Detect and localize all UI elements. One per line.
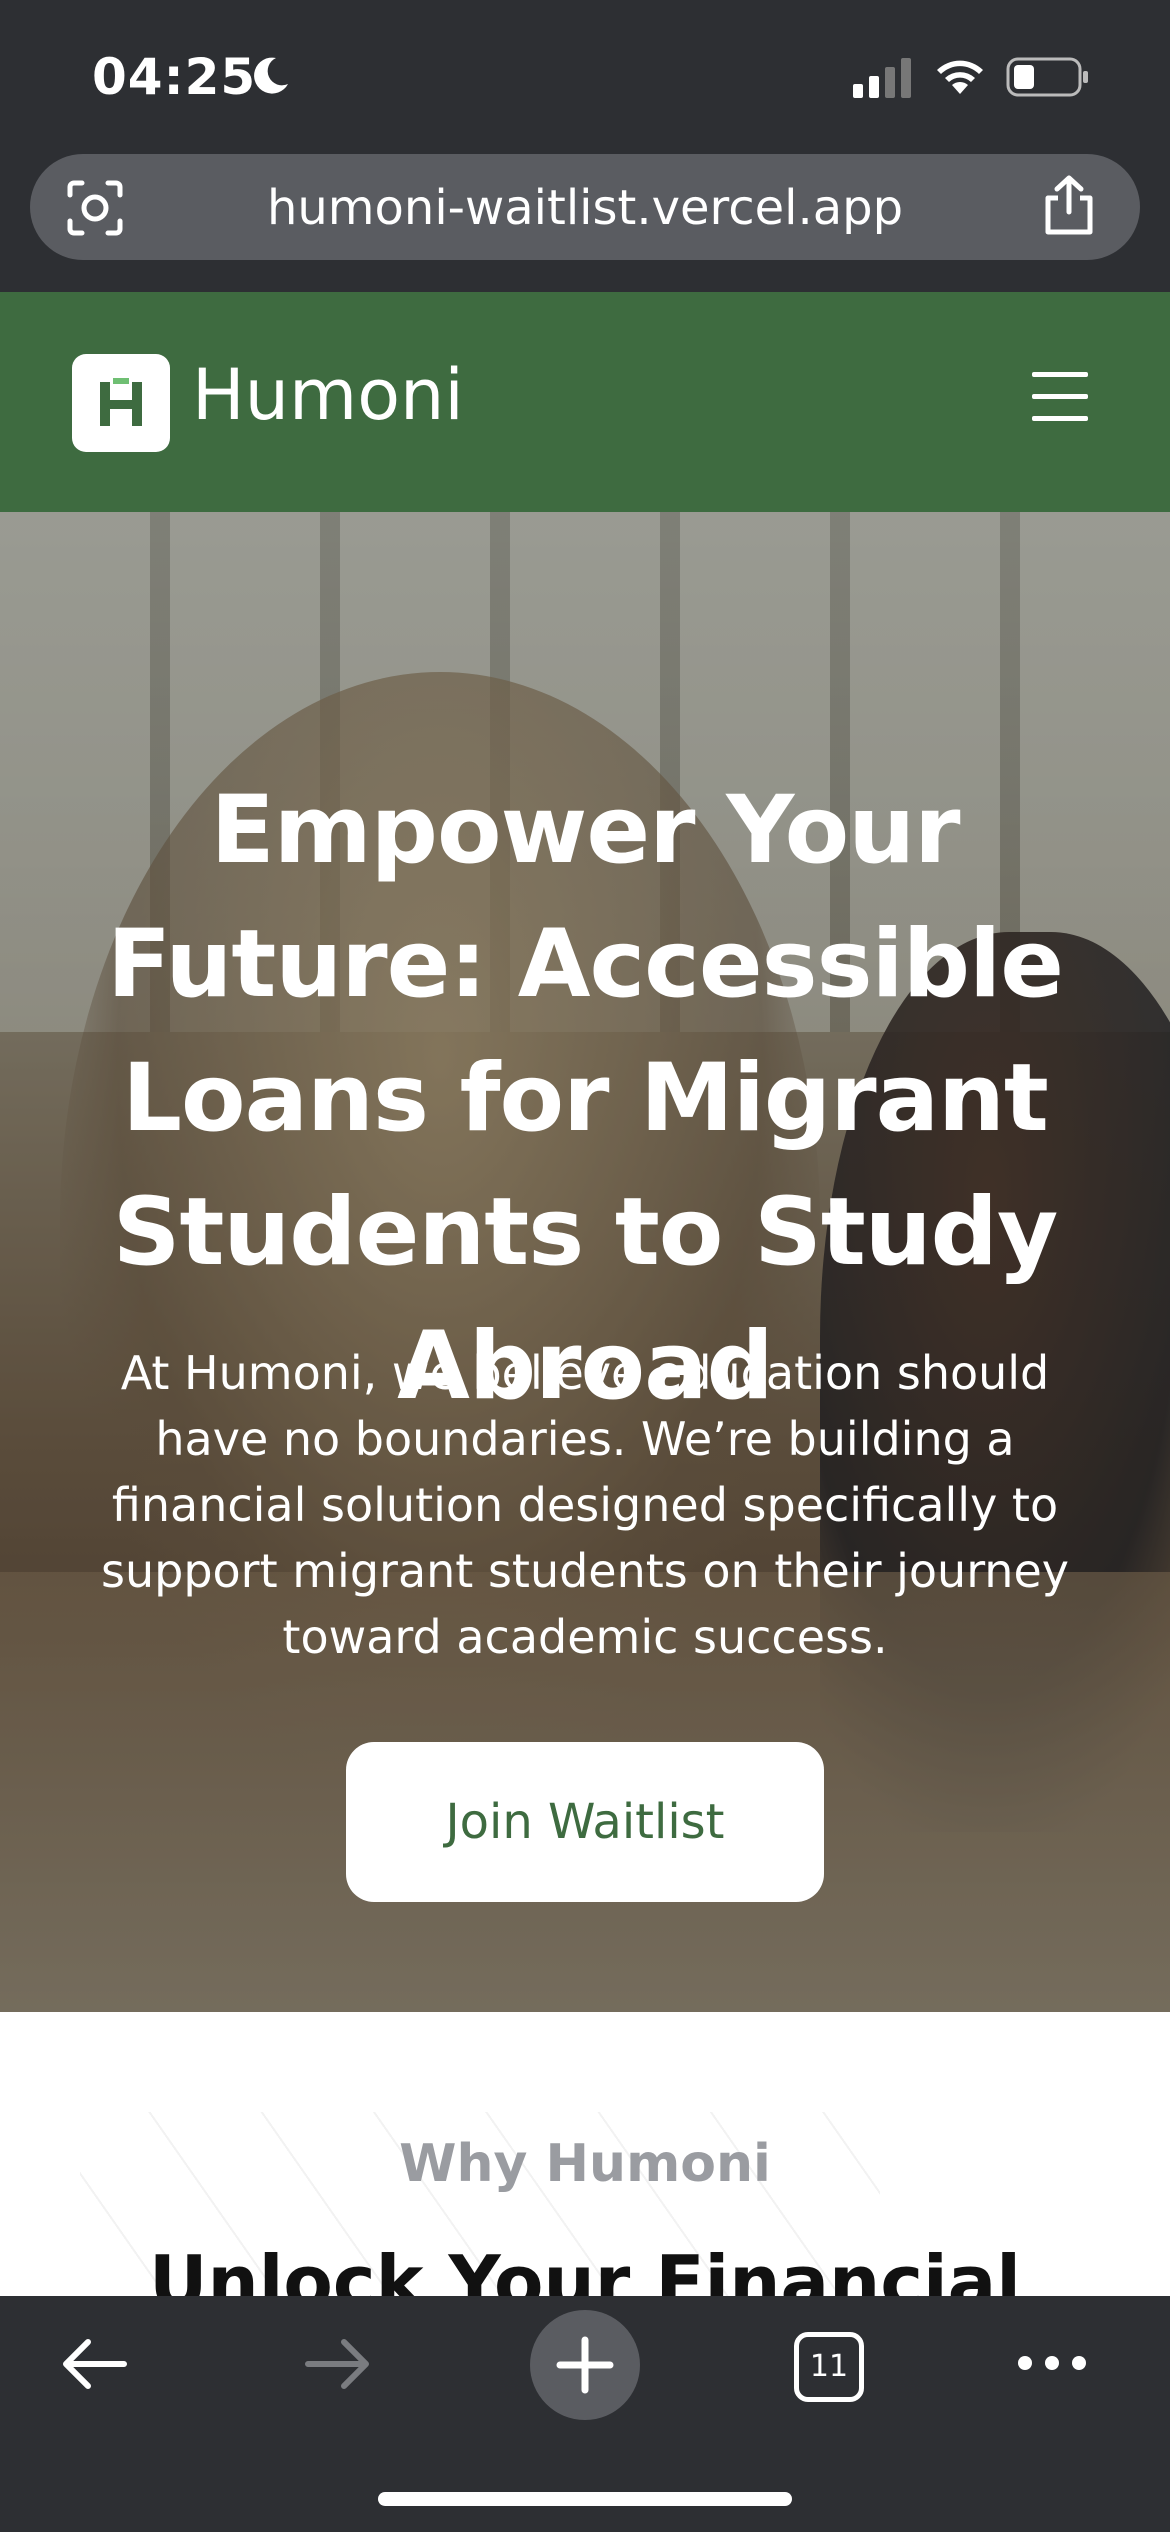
tabs-icon[interactable]: 11 — [794, 2332, 864, 2402]
hamburger-menu-icon[interactable] — [1032, 372, 1090, 422]
new-tab-plus-icon[interactable] — [530, 2310, 640, 2420]
status-bar: 04:25 — [0, 0, 1170, 150]
logo-text[interactable]: Humoni — [192, 354, 464, 436]
join-waitlist-button[interactable]: Join Waitlist — [346, 1742, 824, 1902]
cellular-signal-icon — [853, 58, 911, 98]
wifi-icon — [937, 60, 983, 94]
hero-section: Empower Your Future: Accessible Loans fo… — [0, 512, 1170, 2012]
site-header: Humoni — [0, 292, 1170, 512]
url-text: humoni-waitlist.vercel.app — [266, 180, 904, 236]
battery-icon — [1006, 57, 1088, 97]
section-title: Unlock Your Financial — [149, 2240, 1021, 2296]
more-dots-icon[interactable] — [1016, 2348, 1088, 2378]
address-bar[interactable]: humoni-waitlist.vercel.app — [30, 154, 1140, 260]
home-indicator[interactable] — [378, 2492, 792, 2506]
back-arrow-icon[interactable] — [58, 2334, 130, 2394]
why-section: Why Humoni Unlock Your Financial — [0, 2012, 1170, 2296]
status-time: 04:25 — [92, 48, 257, 106]
section-eyebrow: Why Humoni — [399, 2134, 771, 2194]
share-icon[interactable] — [1040, 174, 1098, 236]
hero-subtitle: At Humoni, we believe education should h… — [101, 1346, 1069, 1664]
logo-icon[interactable] — [72, 354, 170, 452]
hero-title: Empower Your Future: Accessible Loans fo… — [106, 776, 1064, 1421]
moon-icon — [254, 57, 288, 94]
forward-arrow-icon[interactable] — [302, 2334, 374, 2394]
